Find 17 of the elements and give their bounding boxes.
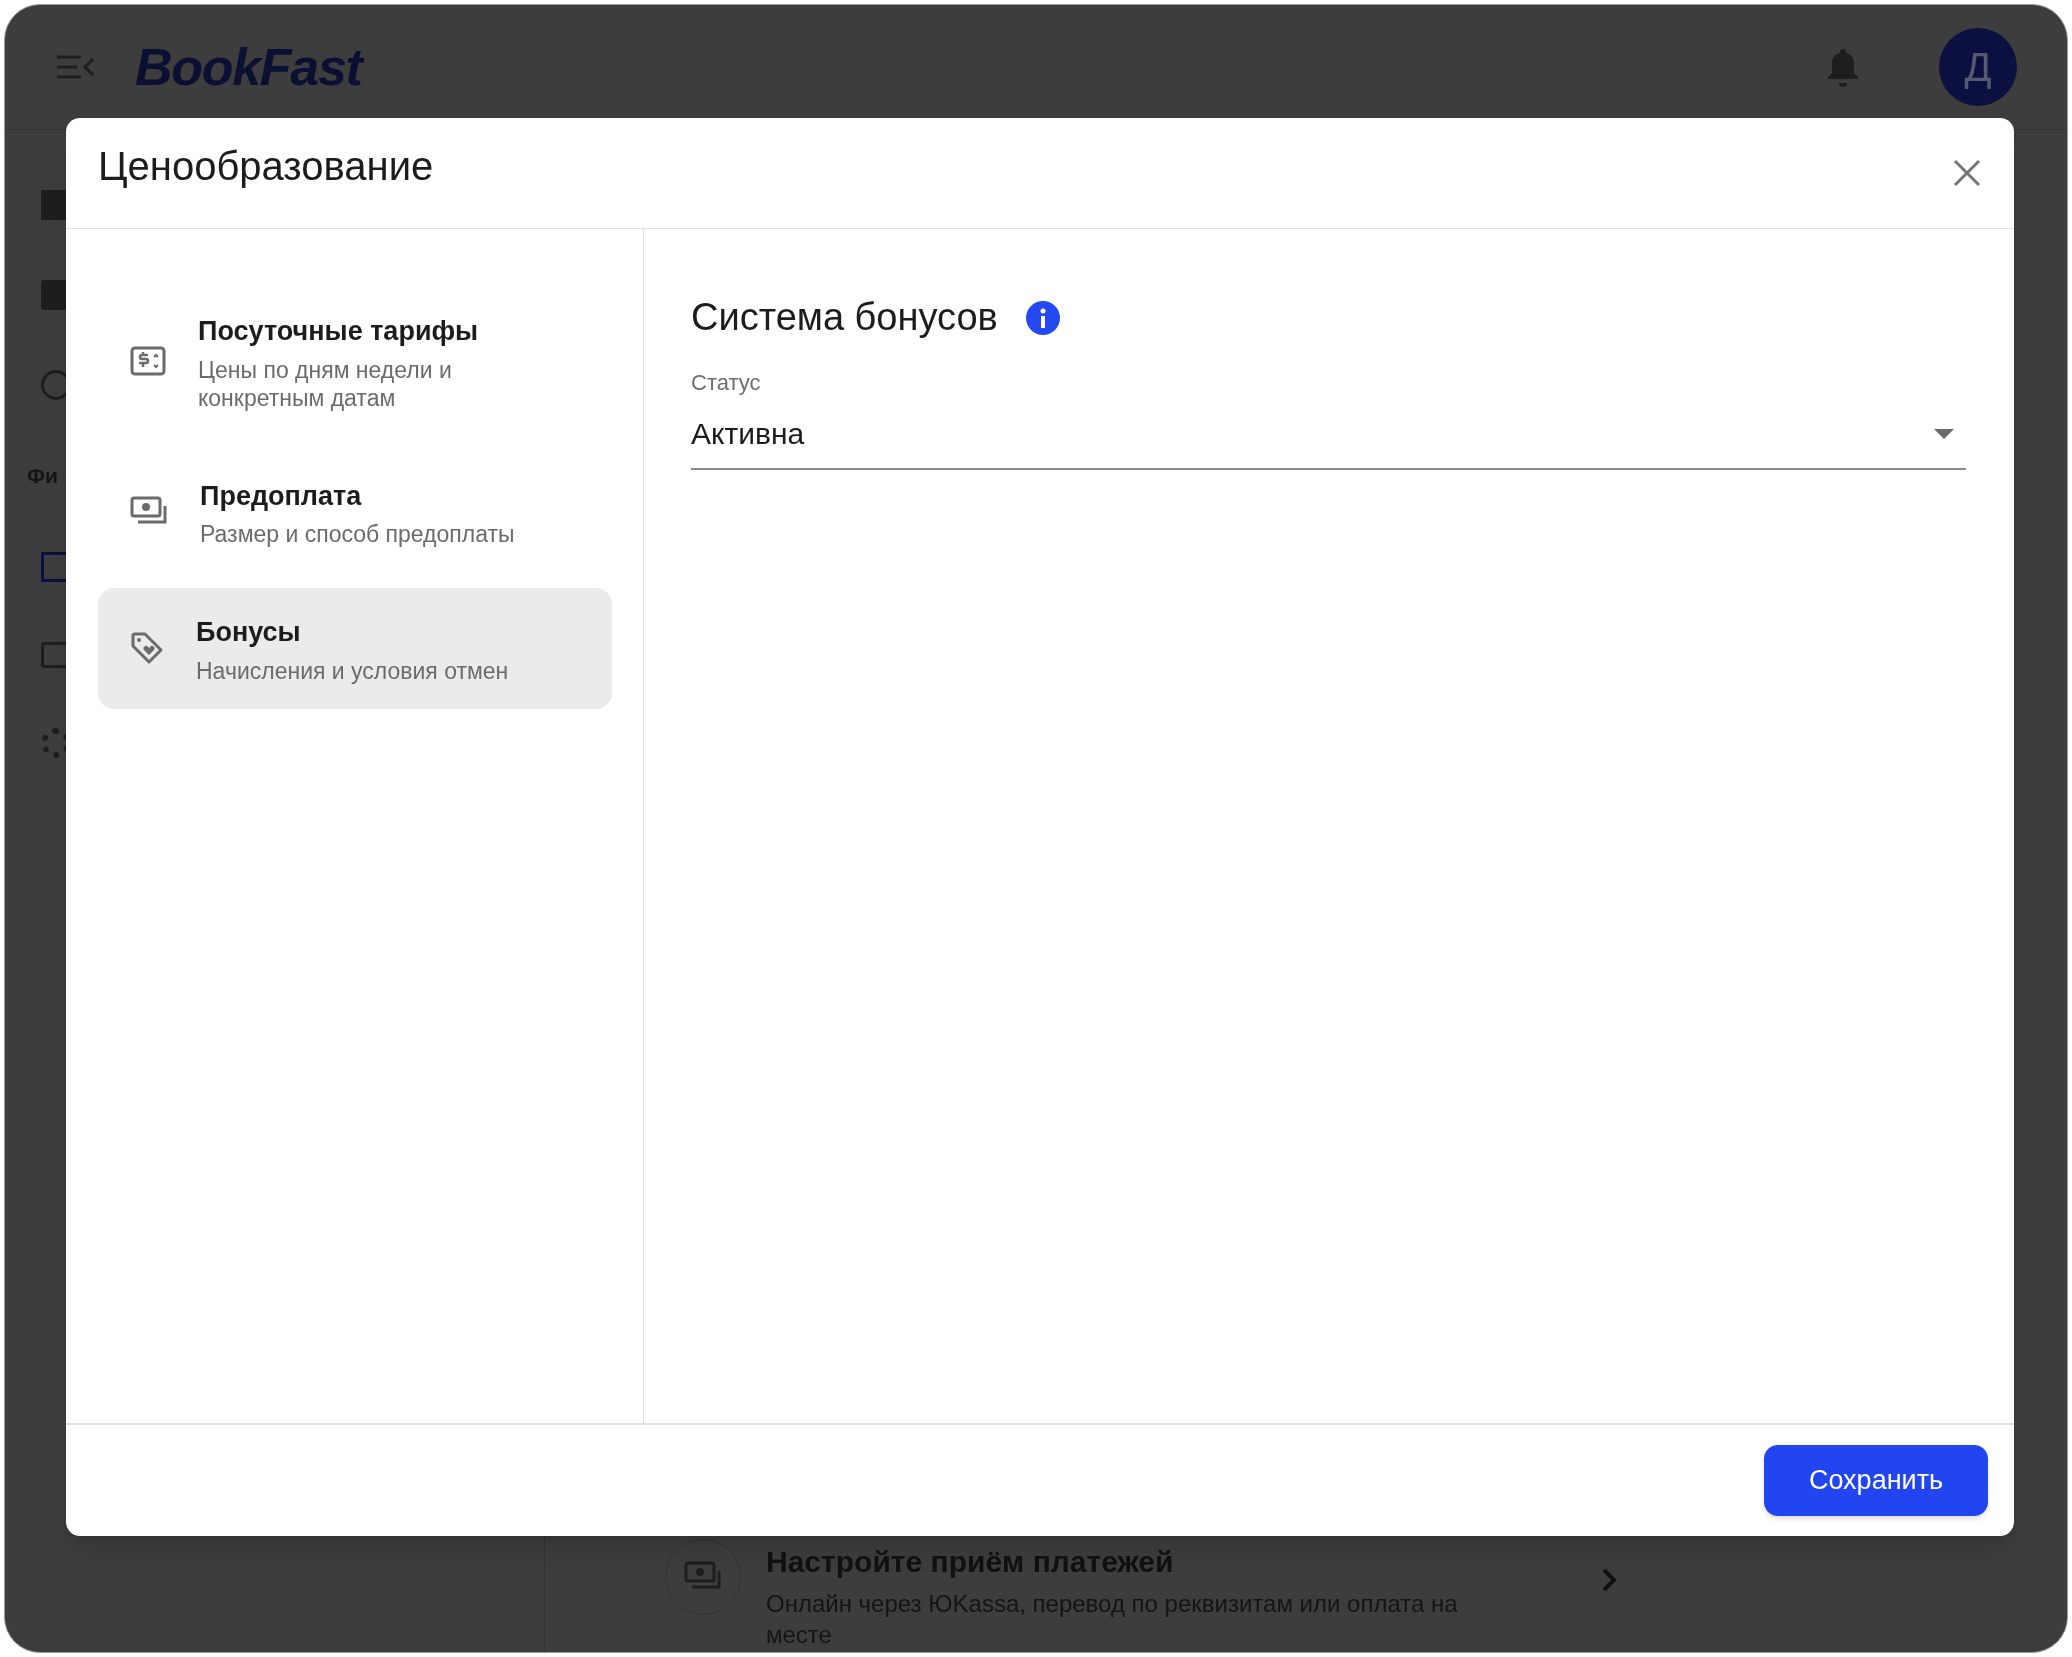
nav-item-subtitle: Начисления и условия отмен <box>196 656 509 685</box>
section-title: Система бонусов <box>691 295 998 340</box>
dialog-title: Ценообразование <box>98 143 434 190</box>
caret-down-icon <box>1934 428 1954 439</box>
price-tag-icon <box>130 346 166 377</box>
status-select[interactable]: Активна <box>691 411 1966 470</box>
nav-item-title: Посуточные тарифы <box>198 315 480 348</box>
tag-heart-icon <box>130 631 164 666</box>
save-button[interactable]: Сохранить <box>1764 1445 1988 1516</box>
nav-item-title: Бонусы <box>196 616 302 649</box>
nav-item[interactable]: Бонусы Начисления и условия отмен <box>98 588 612 709</box>
close-icon[interactable] <box>1952 158 1982 188</box>
nav-item-subtitle: Цены по дням недели и конкретным датам <box>198 355 453 412</box>
status-label: Статус <box>691 369 762 397</box>
info-icon[interactable] <box>1025 300 1060 335</box>
nav-item-title: Предоплата <box>200 479 363 513</box>
nav-item-subtitle: Размер и способ предоплаты <box>200 520 515 548</box>
